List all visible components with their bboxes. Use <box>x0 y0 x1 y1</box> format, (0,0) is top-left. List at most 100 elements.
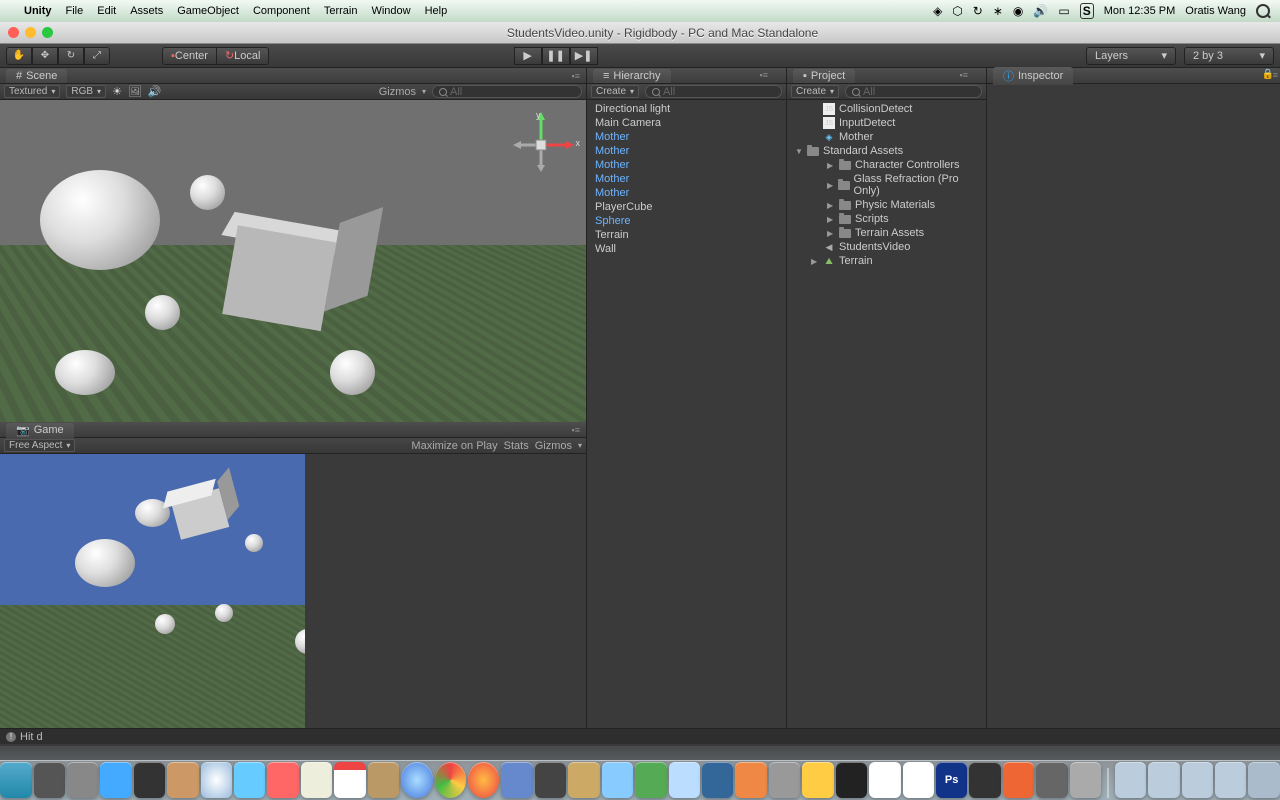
game-aspect-dropdown[interactable]: Free Aspect <box>4 439 75 452</box>
dock-addressbook[interactable] <box>368 762 399 798</box>
scene-light-toggle[interactable]: ☀ <box>112 85 122 98</box>
project-item[interactable]: ▶Terrain Assets <box>787 226 986 240</box>
dock-preview[interactable] <box>869 762 900 798</box>
dock-app10[interactable] <box>1036 762 1067 798</box>
hierarchy-item[interactable]: Mother <box>587 144 786 158</box>
dock-chrome[interactable] <box>435 762 466 798</box>
hierarchy-item[interactable]: Mother <box>587 172 786 186</box>
dock-app1[interactable] <box>501 762 532 798</box>
minimize-button[interactable] <box>25 27 36 38</box>
volume-icon[interactable]: 🔊 <box>1033 4 1048 18</box>
game-gizmos[interactable]: Gizmos <box>535 440 572 452</box>
project-item[interactable]: ▶⛰Terrain <box>787 254 986 268</box>
dock-launchpad[interactable] <box>67 762 98 798</box>
scene-audio-toggle[interactable]: 🔊 <box>148 85 162 98</box>
zoom-button[interactable] <box>42 27 53 38</box>
dock-missioncontrol[interactable] <box>134 762 165 798</box>
inspector-tab[interactable]: ⓘInspector <box>993 67 1073 85</box>
hierarchy-tab[interactable]: ≡Hierarchy <box>593 69 671 83</box>
project-item[interactable]: ▶Character Controllers <box>787 158 986 172</box>
scene-gizmo[interactable]: y x <box>506 110 576 180</box>
menubar-user[interactable]: Oratis Wang <box>1185 5 1246 17</box>
shield-icon[interactable]: ◈ <box>933 4 942 18</box>
hierarchy-item[interactable]: Mother <box>587 130 786 144</box>
dock-trash[interactable] <box>1248 762 1279 798</box>
menu-component[interactable]: Component <box>253 5 310 17</box>
dropbox-icon[interactable]: ⬡ <box>952 4 962 18</box>
dock-ical[interactable] <box>334 762 365 798</box>
play-button[interactable]: ▶ <box>514 47 542 65</box>
dock-qq[interactable] <box>903 762 934 798</box>
hierarchy-item[interactable]: Mother <box>587 158 786 172</box>
panel-options-icon[interactable]: ≡ <box>1273 70 1278 80</box>
menu-assets[interactable]: Assets <box>130 5 163 17</box>
pause-button[interactable]: ❚❚ <box>542 47 570 65</box>
hierarchy-item[interactable]: PlayerCube <box>587 200 786 214</box>
project-tab[interactable]: ▪Project <box>793 69 855 83</box>
rotate-tool[interactable]: ↻ <box>58 47 84 65</box>
dock-dashboard[interactable] <box>34 762 65 798</box>
dock-folder2[interactable] <box>1148 762 1179 798</box>
project-item[interactable]: JSCollisionDetect <box>787 102 986 116</box>
dock-app8[interactable] <box>802 762 833 798</box>
dock-folder3[interactable] <box>1182 762 1213 798</box>
bluetooth-icon[interactable]: ∗ <box>993 4 1003 18</box>
dock-app11[interactable] <box>1070 762 1101 798</box>
close-button[interactable] <box>8 27 19 38</box>
scene-search[interactable]: All <box>432 85 582 98</box>
step-button[interactable]: ▶❚ <box>570 47 598 65</box>
layout-dropdown[interactable]: 2 by 3▾ <box>1184 47 1274 65</box>
dock-systempreferences[interactable] <box>769 762 800 798</box>
dock-app4[interactable] <box>635 762 666 798</box>
dock-unity[interactable] <box>969 762 1000 798</box>
hierarchy-search[interactable]: All <box>645 85 782 98</box>
pivot-local-toggle[interactable]: ↻Local <box>217 47 270 65</box>
project-search[interactable]: All <box>845 85 982 98</box>
layers-dropdown[interactable]: Layers▾ <box>1086 47 1176 65</box>
hierarchy-list[interactable]: Directional lightMain CameraMotherMother… <box>587 100 786 744</box>
dock-finder[interactable] <box>0 762 31 798</box>
dock-facetime[interactable] <box>234 762 265 798</box>
hierarchy-item[interactable]: Terrain <box>587 228 786 242</box>
game-view[interactable] <box>0 454 586 744</box>
scene-tab[interactable]: #Scene <box>6 69 67 83</box>
dock-reminders[interactable] <box>301 762 332 798</box>
status-bar[interactable]: ! Hit d <box>0 728 1280 744</box>
scene-image-toggle[interactable]: 🖼 <box>128 85 142 98</box>
dock-app2[interactable] <box>535 762 566 798</box>
dock-folder4[interactable] <box>1215 762 1246 798</box>
dock-photobooth[interactable] <box>267 762 298 798</box>
hierarchy-item[interactable]: Main Camera <box>587 116 786 130</box>
project-item[interactable]: ▼Standard Assets <box>787 144 986 158</box>
dock-app3[interactable] <box>568 762 599 798</box>
spotlight-icon[interactable] <box>1256 4 1270 18</box>
project-item[interactable]: ▶Glass Refraction (Pro Only) <box>787 172 986 198</box>
sync-icon[interactable]: ↻ <box>973 4 983 18</box>
dock-appstore[interactable] <box>100 762 131 798</box>
move-tool[interactable]: ✥ <box>32 47 58 65</box>
panel-options-icon[interactable]: ▪≡ <box>572 425 580 435</box>
project-item[interactable]: ◈Mother <box>787 130 986 144</box>
dock-terminal[interactable] <box>836 762 867 798</box>
wifi-icon[interactable]: ◉ <box>1013 4 1023 18</box>
scene-rendermode-dropdown[interactable]: RGB <box>66 85 106 98</box>
menu-app[interactable]: Unity <box>24 5 52 17</box>
project-item[interactable]: ▶Physic Materials <box>787 198 986 212</box>
panel-options-icon[interactable]: ▪≡ <box>760 70 768 80</box>
hand-tool[interactable]: ✋ <box>6 47 32 65</box>
dock-mail[interactable] <box>167 762 198 798</box>
scene-gizmos-dropdown[interactable]: Gizmos <box>379 86 416 98</box>
panel-options-icon[interactable]: ▪≡ <box>572 71 580 81</box>
hierarchy-item[interactable]: Directional light <box>587 102 786 116</box>
project-item[interactable]: ▶Scripts <box>787 212 986 226</box>
dock-xcode[interactable] <box>602 762 633 798</box>
panel-options-icon[interactable]: ▪≡ <box>960 70 968 80</box>
scale-tool[interactable]: ⤢ <box>84 47 110 65</box>
dock-app5[interactable] <box>669 762 700 798</box>
hierarchy-item[interactable]: Wall <box>587 242 786 256</box>
menu-file[interactable]: File <box>66 5 84 17</box>
project-list[interactable]: JSCollisionDetectJSInputDetect◈Mother▼St… <box>787 100 986 744</box>
dock-safari[interactable] <box>201 762 232 798</box>
dock-app6[interactable] <box>702 762 733 798</box>
s-icon[interactable]: S <box>1080 3 1094 19</box>
